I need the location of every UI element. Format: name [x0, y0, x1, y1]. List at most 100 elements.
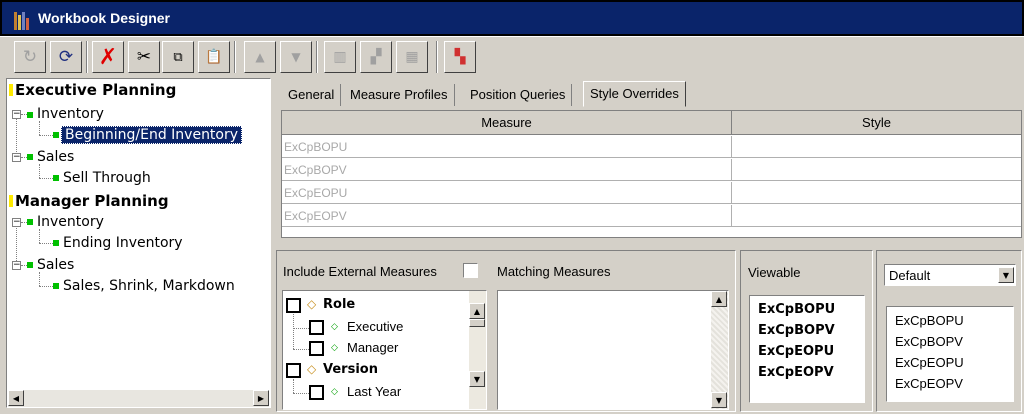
books-icon[interactable]: ▥	[324, 41, 356, 73]
list-item[interactable]: ExCpBOPV	[758, 323, 835, 338]
table-row[interactable]: ExCpEOPU	[282, 182, 1021, 204]
tab-style-overrides[interactable]: Style Overrides	[583, 81, 686, 107]
tree-node-inventory[interactable]: Inventory	[37, 214, 104, 230]
tree-node-sales[interactable]: Sales	[37, 257, 74, 273]
style-overrides-grid: Measure Style ExCpBOPU ExCpBOPV ExCpEOPU…	[281, 110, 1022, 238]
scroll-down-icon[interactable]: ▼	[469, 371, 485, 387]
dim-role[interactable]: Role	[323, 297, 355, 312]
tab-position-queries[interactable]: Position Queries	[464, 84, 573, 106]
style-cell[interactable]	[732, 159, 1021, 181]
tree-node-executive-planning[interactable]: Executive Planning	[15, 81, 176, 99]
workbook-tree: Executive Planning − Inventory Beginning…	[6, 78, 271, 408]
list-item[interactable]: ExCpEOPU	[895, 355, 964, 370]
checkbox-executive[interactable]	[309, 320, 324, 335]
level-icon: ◇	[331, 322, 338, 332]
table-row[interactable]: ExCpEOPV	[282, 205, 1021, 227]
style-select[interactable]: Default ▼	[884, 264, 1016, 286]
checkbox-manager[interactable]	[309, 341, 324, 356]
scroll-up-icon[interactable]: ▲	[469, 303, 485, 319]
tab-measure-profiles[interactable]: Measure Profiles	[344, 84, 455, 106]
group-icon	[27, 154, 33, 160]
tree-horizontal-scrollbar[interactable]: ◀ ▶	[8, 390, 269, 407]
dimension-icon: ◇	[307, 362, 317, 376]
item-icon	[53, 283, 59, 289]
list-item[interactable]: ExCpEOPU	[758, 344, 834, 359]
level-icon: ◇	[331, 387, 338, 397]
matching-scrollbar[interactable]: ▲ ▼	[711, 291, 728, 409]
grid-icon[interactable]: ▦	[396, 41, 428, 73]
include-external-label: Include External Measures	[283, 264, 437, 279]
list-item[interactable]: ExCpBOPV	[895, 334, 963, 349]
style-cell[interactable]	[732, 136, 1021, 158]
dim-manager[interactable]: Manager	[347, 340, 398, 355]
measure-cell[interactable]: ExCpBOPV	[282, 159, 732, 181]
tree-node-sell-through[interactable]: Sell Through	[63, 170, 151, 186]
viewable-list[interactable]: ExCpBOPU ExCpBOPV ExCpEOPU ExCpEOPV	[749, 295, 865, 403]
root-marker-icon	[9, 195, 13, 207]
list-item[interactable]: ExCpEOPV	[758, 365, 834, 380]
measure-cell[interactable]: ExCpEOPV	[282, 205, 732, 227]
dim-executive[interactable]: Executive	[347, 319, 403, 334]
tree-node-inventory[interactable]: Inventory	[37, 106, 104, 122]
window-title: Workbook Designer	[38, 10, 170, 26]
level-icon: ◇	[331, 343, 338, 353]
chevron-down-icon[interactable]: ▼	[998, 267, 1014, 283]
column-header-measure[interactable]: Measure	[282, 111, 732, 135]
collapse-icon[interactable]: −	[12, 218, 21, 227]
dimension-scrollbar[interactable]: ▲ ▼	[469, 291, 486, 409]
style-select-value: Default	[889, 268, 931, 283]
collapse-icon[interactable]: −	[12, 153, 21, 162]
item-icon	[53, 175, 59, 181]
cards-icon[interactable]: ▞	[360, 41, 392, 73]
paste-icon[interactable]: 📋	[198, 41, 230, 73]
style-cell[interactable]	[732, 182, 1021, 204]
scroll-left-icon[interactable]: ◀	[8, 390, 24, 406]
dim-last-year[interactable]: Last Year	[347, 384, 401, 399]
group-icon	[27, 112, 33, 118]
style-cell[interactable]	[732, 205, 1021, 227]
style-values-list[interactable]: ExCpBOPU ExCpBOPV ExCpEOPU ExCpEOPV	[886, 306, 1014, 402]
matching-measures-label: Matching Measures	[497, 264, 611, 279]
list-item[interactable]: ExCpBOPU	[758, 302, 835, 317]
table-row[interactable]: ExCpBOPU	[282, 136, 1021, 158]
column-header-style[interactable]: Style	[732, 111, 1021, 135]
scroll-up-icon[interactable]: ▲	[711, 291, 727, 307]
measure-cell[interactable]: ExCpBOPU	[282, 136, 732, 158]
move-down-icon[interactable]: ▼	[280, 41, 312, 73]
tree-node-sales[interactable]: Sales	[37, 149, 74, 165]
cut-icon[interactable]: ✂	[128, 41, 160, 73]
tree-node-sales-shrink-markdown[interactable]: Sales, Shrink, Markdown	[63, 278, 235, 294]
include-external-checkbox[interactable]	[463, 263, 478, 278]
viewable-label: Viewable	[748, 265, 801, 280]
copy-icon[interactable]: ⧉	[162, 41, 194, 73]
title-bar: Workbook Designer	[0, 0, 1024, 36]
scroll-down-icon[interactable]: ▼	[711, 392, 727, 408]
delete-icon[interactable]: ✗	[92, 41, 124, 73]
move-up-icon[interactable]: ▲	[244, 41, 276, 73]
group-icon	[27, 262, 33, 268]
group-icon	[27, 219, 33, 225]
checkbox-last-year[interactable]	[309, 385, 324, 400]
tree-node-ending-inventory[interactable]: Ending Inventory	[63, 235, 183, 251]
dim-version[interactable]: Version	[323, 362, 378, 377]
list-item[interactable]: ExCpEOPV	[895, 376, 963, 391]
app-books-icon	[14, 12, 32, 30]
scroll-right-icon[interactable]: ▶	[253, 390, 269, 406]
root-marker-icon	[9, 84, 13, 96]
dimension-icon: ◇	[307, 297, 317, 311]
table-row[interactable]: ExCpBOPV	[282, 159, 1021, 181]
list-item[interactable]: ExCpBOPU	[895, 313, 964, 328]
color-style-icon[interactable]: ▚	[444, 41, 476, 73]
scroll-thumb[interactable]	[469, 319, 485, 327]
collapse-icon[interactable]: −	[12, 110, 21, 119]
collapse-icon[interactable]: −	[12, 261, 21, 270]
tree-node-beginning-end-inventory[interactable]: Beginning/End Inventory	[61, 126, 243, 144]
refresh-icon[interactable]: ⟳	[50, 41, 82, 73]
measure-cell[interactable]: ExCpEOPU	[282, 182, 732, 204]
tree-node-manager-planning[interactable]: Manager Planning	[15, 192, 169, 210]
redo-icon[interactable]: ↻	[14, 41, 46, 73]
checkbox-version[interactable]	[286, 363, 301, 378]
matching-measures-list[interactable]: ▲ ▼	[497, 290, 729, 410]
tab-general[interactable]: General	[282, 84, 342, 106]
checkbox-role[interactable]	[286, 298, 301, 313]
